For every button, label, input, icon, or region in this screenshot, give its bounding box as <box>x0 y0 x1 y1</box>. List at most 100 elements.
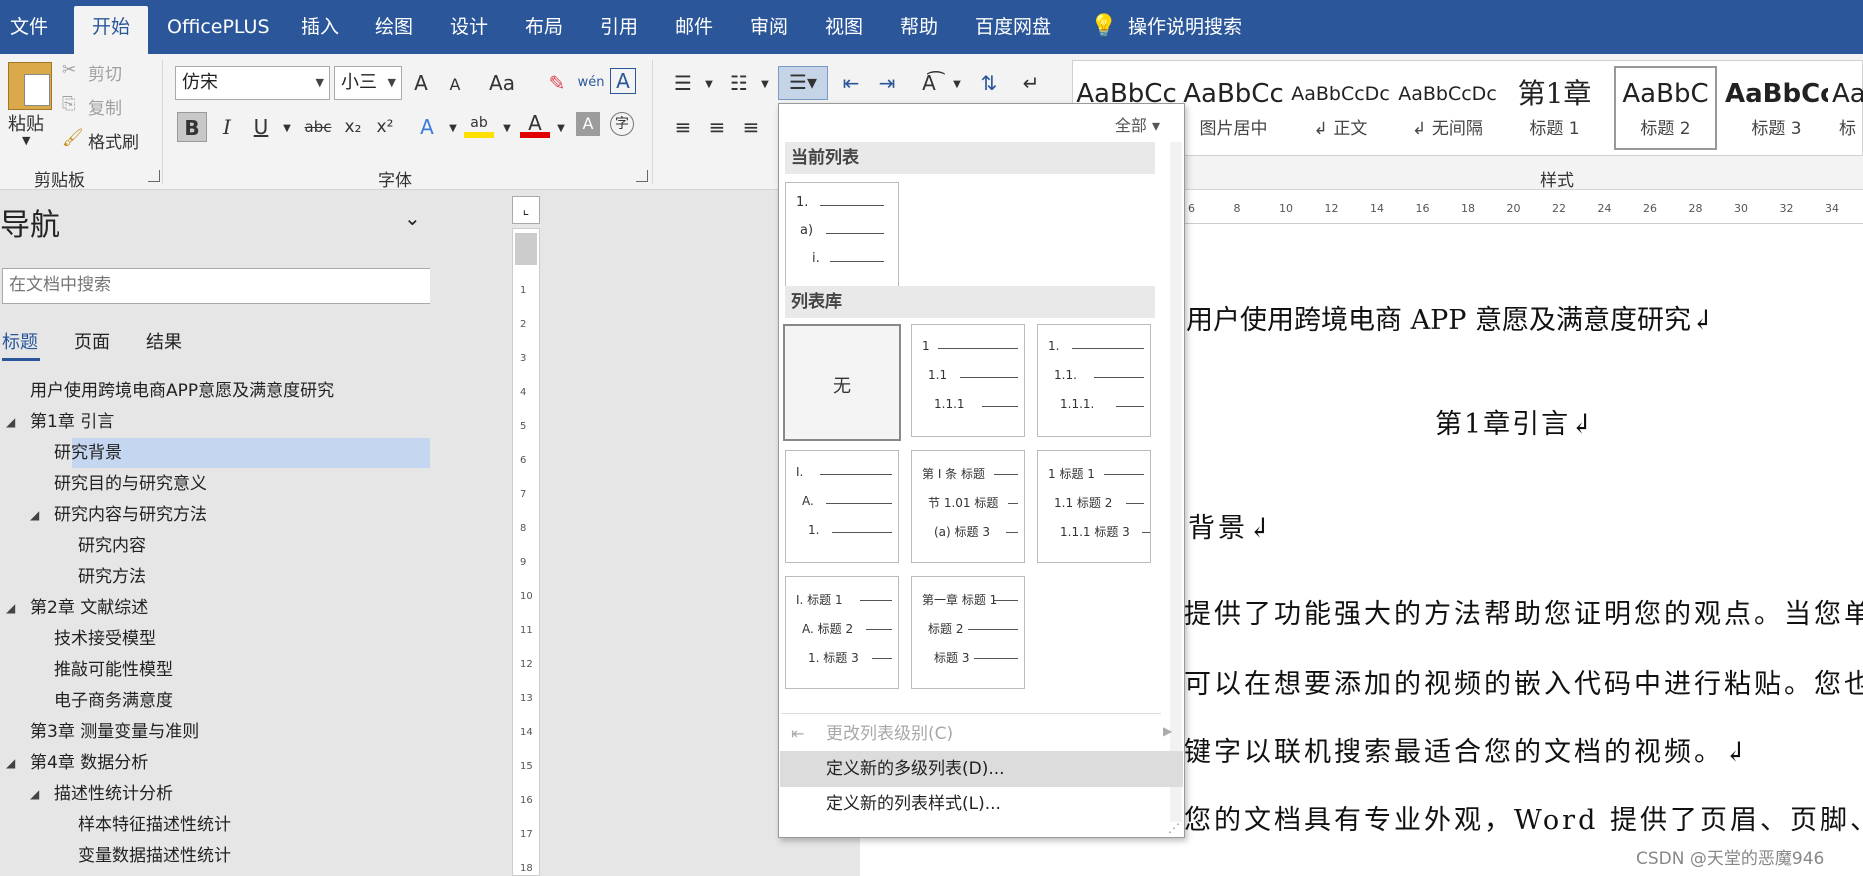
nav-heading-item[interactable]: 变量数据描述性统计 <box>78 841 231 871</box>
chevron-down-icon[interactable]: ▼ <box>492 114 522 144</box>
nav-tab-pages[interactable]: 页面 <box>74 328 110 354</box>
style-item[interactable]: Aa 标 <box>1832 74 1863 148</box>
nav-heading-item[interactable]: 研究内容 <box>78 531 146 561</box>
nav-heading-item[interactable]: 描述性统计分析 <box>54 779 173 809</box>
align-right-icon[interactable]: ≡ <box>736 112 766 142</box>
current-list-tile[interactable]: 1. a) i. <box>785 182 899 295</box>
list-library-tile[interactable]: I. A. 1. <box>785 450 899 563</box>
list-library-tile[interactable]: 第 Ⅰ 条 标题节 1.01 标题 (a) 标题 3 <box>911 450 1025 563</box>
clipboard-launcher[interactable] <box>148 170 160 182</box>
expand-triangle-icon[interactable]: ◢ <box>6 415 15 429</box>
expand-triangle-icon[interactable]: ◢ <box>6 601 15 615</box>
tab-view[interactable]: 视图 <box>825 0 863 54</box>
tab-selector[interactable]: ⌞ <box>512 196 540 224</box>
increase-indent-icon[interactable]: ⇥ <box>872 68 902 98</box>
tab-home[interactable]: 开始 <box>74 6 149 54</box>
list-none-tile[interactable]: 无 <box>783 324 901 441</box>
show-marks-icon[interactable]: ↵ <box>1016 68 1046 98</box>
style-item[interactable]: AaBbCcDc ↲ 正文 <box>1289 74 1392 148</box>
tab-officeplus[interactable]: OfficePLUS <box>167 0 270 54</box>
highlight-button[interactable]: ab <box>464 108 494 138</box>
font-launcher[interactable] <box>636 170 648 182</box>
nav-tab-headings[interactable]: 标题 <box>2 328 38 354</box>
chevron-down-icon[interactable]: ▼ <box>272 114 302 144</box>
tab-draw[interactable]: 绘图 <box>375 0 413 54</box>
list-library-tile[interactable]: 1. 1.1. 1.1.1. <box>1037 324 1151 437</box>
nav-heading-item[interactable]: 第4章 数据分析 <box>30 748 148 778</box>
shrink-font-button[interactable]: A <box>440 70 470 100</box>
style-item[interactable]: AaBbCc 标题 3 <box>1725 74 1828 148</box>
bold-button[interactable]: B <box>177 112 207 142</box>
tab-layout[interactable]: 布局 <box>525 0 563 54</box>
tell-me-search[interactable]: 操作说明搜索 <box>1128 0 1242 54</box>
expand-triangle-icon[interactable]: ◢ <box>30 787 39 801</box>
subscript-button[interactable]: x₂ <box>338 112 368 142</box>
copy-button[interactable]: 复制 <box>88 94 122 119</box>
font-size-combo[interactable]: 小三 ▼ <box>334 66 402 100</box>
change-case-button[interactable]: Aa <box>482 68 522 98</box>
tab-design[interactable]: 设计 <box>450 0 488 54</box>
nav-search-box[interactable]: ⌕▾ <box>2 268 484 304</box>
change-list-level-item[interactable]: 更改列表级别(C) <box>780 716 1183 752</box>
tab-file[interactable]: 文件 <box>10 0 48 54</box>
align-left-icon[interactable]: ≡ <box>668 112 698 142</box>
style-item[interactable]: AaBbC 标题 2 <box>1614 66 1717 150</box>
nav-heading-item[interactable]: 样本特征描述性统计 <box>78 810 231 840</box>
list-library-tile[interactable]: 1 标题 1 1.1 标题 2 1.1.1 标题 3 <box>1037 450 1151 563</box>
define-new-multilevel-list-item[interactable]: 定义新的多级列表(D)... <box>780 751 1183 787</box>
nav-heading-item[interactable]: 电子商务满意度 <box>54 686 173 716</box>
nav-heading-item[interactable]: 研究目的与研究意义 <box>54 469 207 499</box>
chevron-down-icon[interactable]: ▼ <box>546 114 576 144</box>
nav-heading-item[interactable]: 用户使用跨境电商APP意愿及满意度研究 <box>30 376 334 406</box>
italic-button[interactable]: I <box>212 112 242 142</box>
nav-heading-item[interactable]: 推敲可能性模型 <box>54 655 173 685</box>
enclosed-char-button[interactable]: 字 <box>610 112 634 136</box>
cut-button[interactable]: 剪切 <box>88 60 122 85</box>
paste-dropdown-icon[interactable]: ▼ <box>22 134 30 147</box>
list-library-tile[interactable]: I. 标题 1 A. 标题 2 1. 标题 3 <box>785 576 899 689</box>
tab-review[interactable]: 审阅 <box>750 0 788 54</box>
nav-heading-item[interactable]: 研究内容与研究方法 <box>54 500 207 530</box>
nav-search-input[interactable] <box>3 269 433 301</box>
phonetic-guide-button[interactable]: wén <box>576 68 606 98</box>
decrease-indent-icon[interactable]: ⇤ <box>836 68 866 98</box>
list-library-tile[interactable]: 第一章 标题 1 标题 2 标题 3 <box>911 576 1025 689</box>
expand-triangle-icon[interactable]: ◢ <box>6 756 15 770</box>
chevron-down-icon[interactable]: ▼ <box>750 70 780 100</box>
chevron-down-icon[interactable]: ▼ <box>694 70 724 100</box>
sort-icon[interactable]: ⇅ <box>974 68 1004 98</box>
tab-mailings[interactable]: 邮件 <box>675 0 713 54</box>
style-item[interactable]: 第1章 标题 1 <box>1503 74 1606 148</box>
style-item[interactable]: AaBbCc 图片居中 <box>1182 74 1285 148</box>
tab-references[interactable]: 引用 <box>600 0 638 54</box>
expand-triangle-icon[interactable]: ◢ <box>30 508 39 522</box>
enclose-char-button[interactable]: A <box>610 68 636 94</box>
multilevel-list-button[interactable]: ☰▾ <box>778 66 828 100</box>
nav-heading-item[interactable]: 第3章 测量变量与准则 <box>30 717 199 747</box>
superscript-button[interactable]: x² <box>370 112 400 142</box>
font-name-combo[interactable]: 仿宋 ▼ <box>175 66 330 100</box>
filter-dropdown[interactable]: 全部 ▾ <box>1115 112 1160 136</box>
nav-heading-item[interactable]: 研究方法 <box>78 562 146 592</box>
paste-button[interactable]: 粘贴 <box>8 110 44 136</box>
format-painter-button[interactable]: 格式刷 <box>88 128 139 153</box>
char-shading-button[interactable]: A <box>576 112 600 136</box>
nav-heading-item[interactable]: 技术接受模型 <box>54 624 156 654</box>
nav-heading-item[interactable]: 第1章 引言 <box>30 407 114 437</box>
chinese-layout-icon[interactable]: A͡ <box>914 68 944 98</box>
chevron-down-icon[interactable]: ▼ <box>942 70 972 100</box>
tab-help[interactable]: 帮助 <box>900 0 938 54</box>
resize-grip-icon[interactable]: ⋰ <box>1168 821 1180 835</box>
clear-format-icon[interactable]: ✎ <box>542 68 572 98</box>
align-center-icon[interactable]: ≡ <box>702 112 732 142</box>
nav-heading-item[interactable]: 第2章 文献综述 <box>30 593 148 623</box>
nav-tab-results[interactable]: 结果 <box>146 328 182 354</box>
tab-insert[interactable]: 插入 <box>301 0 339 54</box>
strikethrough-button[interactable]: abc <box>300 112 336 142</box>
list-library-tile[interactable]: 1 1.1 1.1.1 <box>911 324 1025 437</box>
define-new-list-style-item[interactable]: 定义新的列表样式(L)... <box>780 786 1183 822</box>
chevron-down-icon[interactable]: ⌄ <box>404 206 421 230</box>
tab-baidu[interactable]: 百度网盘 <box>975 0 1051 54</box>
nav-heading-item[interactable]: 研究背景 <box>54 438 122 468</box>
grow-font-button[interactable]: A <box>406 68 436 98</box>
